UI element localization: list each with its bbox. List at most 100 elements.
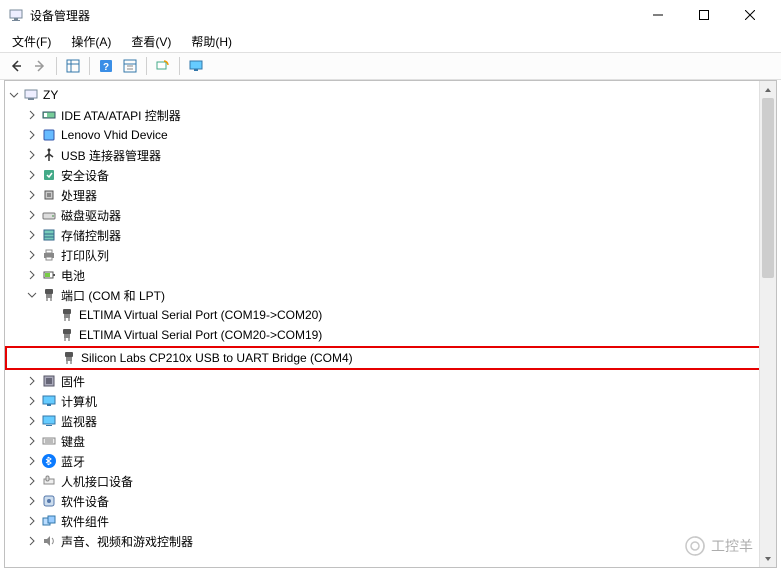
scroll-thumb[interactable] xyxy=(762,98,774,278)
separator xyxy=(146,57,147,75)
watermark: 工控羊 xyxy=(685,536,753,556)
menu-view[interactable]: 查看(V) xyxy=(127,31,175,52)
battery-icon xyxy=(41,267,57,283)
tree-item-label: ELTIMA Virtual Serial Port (COM20->COM19… xyxy=(79,328,322,342)
expander-closed-icon[interactable] xyxy=(25,514,39,528)
tree-category[interactable]: 处理器 xyxy=(5,185,776,205)
separator xyxy=(89,57,90,75)
port-icon xyxy=(59,327,75,343)
tree-category[interactable]: 安全设备 xyxy=(5,165,776,185)
no-expander xyxy=(43,308,57,322)
separator xyxy=(179,57,180,75)
expander-closed-icon[interactable] xyxy=(25,268,39,282)
tree-category[interactable]: 键盘 xyxy=(5,431,776,451)
forward-button[interactable] xyxy=(30,56,50,76)
help-button[interactable]: ? xyxy=(96,56,116,76)
tree-item-label: 磁盘驱动器 xyxy=(61,207,121,224)
tree-item-label: 监视器 xyxy=(61,413,97,430)
menu-help[interactable]: 帮助(H) xyxy=(187,31,236,52)
maximize-button[interactable] xyxy=(681,1,727,29)
expander-closed-icon[interactable] xyxy=(25,534,39,548)
computer-icon xyxy=(23,87,39,103)
app-icon xyxy=(8,7,24,23)
tree-category[interactable]: USB 连接器管理器 xyxy=(5,145,776,165)
expander-open-icon[interactable] xyxy=(25,288,39,302)
tree-category[interactable]: Lenovo Vhid Device xyxy=(5,125,776,145)
tree-device-port[interactable]: ELTIMA Virtual Serial Port (COM20->COM19… xyxy=(5,325,776,345)
tree-item-label: 软件组件 xyxy=(61,513,109,530)
tree-category[interactable]: 软件设备 xyxy=(5,491,776,511)
tree-item-label: 键盘 xyxy=(61,433,85,450)
tree-item-label: 存储控制器 xyxy=(61,227,121,244)
device-tree-panel: ZY IDE ATA/ATAPI 控制器 Lenovo Vhid Device US… xyxy=(4,80,777,568)
close-button[interactable] xyxy=(727,1,773,29)
tree-item-label: Lenovo Vhid Device xyxy=(61,128,168,142)
show-hide-tree-button[interactable] xyxy=(63,56,83,76)
expander-closed-icon[interactable] xyxy=(25,108,39,122)
expander-closed-icon[interactable] xyxy=(25,374,39,388)
watermark-text: 工控羊 xyxy=(711,536,753,556)
no-expander xyxy=(45,351,59,365)
properties-button[interactable] xyxy=(120,56,140,76)
tree-item-label: 蓝牙 xyxy=(61,453,85,470)
expander-closed-icon[interactable] xyxy=(25,414,39,428)
tree-category-ports[interactable]: 端口 (COM 和 LPT) xyxy=(5,285,776,305)
softdev-icon xyxy=(41,493,57,509)
tree-category[interactable]: 监视器 xyxy=(5,411,776,431)
tree-category[interactable]: IDE ATA/ATAPI 控制器 xyxy=(5,105,776,125)
monitor-icon xyxy=(41,413,57,429)
usb-icon xyxy=(41,147,57,163)
scroll-up-button[interactable] xyxy=(760,81,776,98)
tree-item-label: USB 连接器管理器 xyxy=(61,147,161,164)
tree-item-label: 计算机 xyxy=(61,393,97,410)
expander-closed-icon[interactable] xyxy=(25,228,39,242)
expander-closed-icon[interactable] xyxy=(25,208,39,222)
expander-closed-icon[interactable] xyxy=(25,394,39,408)
vertical-scrollbar[interactable] xyxy=(759,81,776,567)
keyboard-icon xyxy=(41,433,57,449)
tree-device-port[interactable]: ELTIMA Virtual Serial Port (COM19->COM20… xyxy=(5,305,776,325)
expander-closed-icon[interactable] xyxy=(25,248,39,262)
tree-category[interactable]: 存储控制器 xyxy=(5,225,776,245)
device-icon xyxy=(41,127,57,143)
expander-closed-icon[interactable] xyxy=(25,148,39,162)
expander-closed-icon[interactable] xyxy=(25,434,39,448)
printer-icon xyxy=(41,247,57,263)
monitor-button[interactable] xyxy=(186,56,206,76)
minimize-button[interactable] xyxy=(635,1,681,29)
port-icon xyxy=(41,287,57,303)
tree-category[interactable]: 软件组件 xyxy=(5,511,776,531)
toolbar: ? xyxy=(0,52,781,80)
expander-open-icon[interactable] xyxy=(7,88,21,102)
tree-category[interactable]: 蓝牙 xyxy=(5,451,776,471)
computer-icon xyxy=(41,393,57,409)
window-title: 设备管理器 xyxy=(30,7,635,24)
security-icon xyxy=(41,167,57,183)
device-tree[interactable]: ZY IDE ATA/ATAPI 控制器 Lenovo Vhid Device US… xyxy=(5,81,776,555)
expander-closed-icon[interactable] xyxy=(25,168,39,182)
menu-file[interactable]: 文件(F) xyxy=(8,31,55,52)
tree-category[interactable]: 电池 xyxy=(5,265,776,285)
back-button[interactable] xyxy=(6,56,26,76)
tree-category[interactable]: 磁盘驱动器 xyxy=(5,205,776,225)
storage-icon xyxy=(41,227,57,243)
expander-closed-icon[interactable] xyxy=(25,494,39,508)
scan-hardware-button[interactable] xyxy=(153,56,173,76)
expander-closed-icon[interactable] xyxy=(25,474,39,488)
menu-action[interactable]: 操作(A) xyxy=(67,31,115,52)
expander-closed-icon[interactable] xyxy=(25,128,39,142)
tree-category[interactable]: 固件 xyxy=(5,371,776,391)
port-icon xyxy=(59,307,75,323)
tree-category[interactable]: 打印队列 xyxy=(5,245,776,265)
expander-closed-icon[interactable] xyxy=(25,454,39,468)
tree-device-port-highlighted[interactable]: Silicon Labs CP210x USB to UART Bridge (… xyxy=(7,348,774,368)
tree-category[interactable]: 人机接口设备 xyxy=(5,471,776,491)
scroll-track[interactable] xyxy=(760,98,776,550)
tree-category[interactable]: 计算机 xyxy=(5,391,776,411)
expander-closed-icon[interactable] xyxy=(25,188,39,202)
menubar: 文件(F) 操作(A) 查看(V) 帮助(H) xyxy=(0,30,781,52)
tree-root[interactable]: ZY xyxy=(5,85,776,105)
tree-category[interactable]: 声音、视频和游戏控制器 xyxy=(5,531,776,551)
tree-item-label: 端口 (COM 和 LPT) xyxy=(61,287,165,304)
scroll-down-button[interactable] xyxy=(760,550,776,567)
